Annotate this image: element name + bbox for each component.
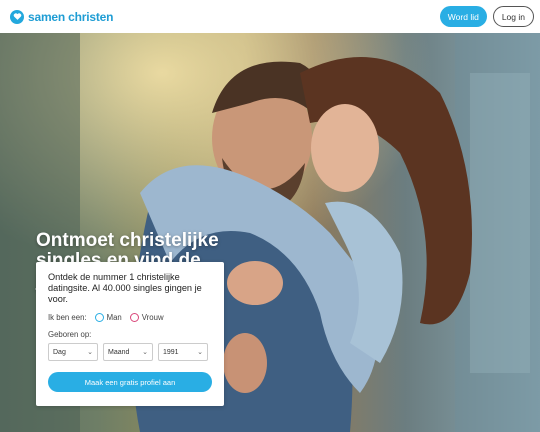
top-navigation: samen christen Word lid Log in xyxy=(0,0,540,33)
gender-option-woman-label: Vrouw xyxy=(141,313,164,322)
signup-intro: Ontdek de nummer 1 christelijke datingsi… xyxy=(48,272,202,304)
dob-label: Geboren op: xyxy=(48,330,92,339)
gender-option-man[interactable]: Man xyxy=(94,313,122,322)
gender-option-man-label: Man xyxy=(106,313,122,322)
signup-card: Ontdek de nummer 1 christelijke datingsi… xyxy=(36,262,224,406)
gender-option-woman[interactable]: Vrouw xyxy=(129,313,164,322)
year-select[interactable]: 1991 ⌄ xyxy=(158,343,208,361)
heart-logo-icon xyxy=(10,9,24,24)
day-select[interactable]: Dag ⌄ xyxy=(48,343,98,361)
dob-selects: Dag ⌄ Maand ⌄ 1991 ⌄ xyxy=(48,343,212,361)
login-button[interactable]: Log in xyxy=(492,6,534,27)
logo-text: samen christen xyxy=(28,9,114,24)
gender-label: Ik ben een: xyxy=(48,313,87,322)
join-button[interactable]: Word lid xyxy=(439,6,487,27)
year-select-value: 1991 xyxy=(163,348,179,356)
month-select[interactable]: Maand ⌄ xyxy=(103,343,153,361)
day-select-value: Dag xyxy=(53,348,66,356)
radio-man[interactable] xyxy=(94,313,104,322)
chevron-down-icon: ⌄ xyxy=(142,349,148,356)
radio-woman[interactable] xyxy=(129,313,139,322)
chevron-down-icon: ⌄ xyxy=(197,349,203,356)
chevron-down-icon: ⌄ xyxy=(87,349,93,356)
logo[interactable]: samen christen xyxy=(10,9,114,24)
gender-row: Ik ben een: Man Vrouw xyxy=(48,313,212,322)
month-select-value: Maand xyxy=(108,348,130,356)
create-profile-button[interactable]: Maak een gratis profiel aan xyxy=(48,372,212,392)
